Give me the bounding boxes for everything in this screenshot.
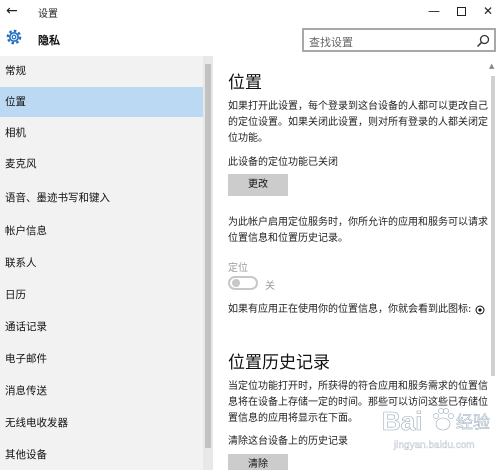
sidebar-item-speech-inking-typing[interactable]: 语音、墨迹书写和键入 bbox=[0, 183, 203, 213]
change-button[interactable]: 更改 bbox=[228, 174, 288, 196]
sidebar-item-call-history[interactable]: 通话记录 bbox=[0, 312, 203, 342]
location-history-title: 位置历史记录 bbox=[228, 353, 330, 373]
sidebar-scrollbar[interactable] bbox=[203, 56, 213, 470]
search-placeholder: 查找设置 bbox=[309, 36, 353, 49]
sidebar-item-general[interactable]: 常规 bbox=[0, 56, 203, 86]
gear-icon bbox=[6, 29, 22, 45]
clear-button[interactable]: 清除 bbox=[228, 454, 288, 470]
sidebar-item-contacts[interactable]: 联系人 bbox=[0, 248, 203, 278]
header: 隐私 查找设置 bbox=[0, 24, 500, 56]
content-scroll-thumb[interactable] bbox=[491, 76, 495, 376]
location-toggle-label: 定位 bbox=[228, 263, 248, 274]
search-input[interactable]: 查找设置 bbox=[302, 28, 496, 52]
sidebar-item-other-devices[interactable]: 其他设备 bbox=[0, 440, 203, 470]
location-title: 位置 bbox=[228, 73, 262, 93]
title-bar: ← 设置 — ✕ bbox=[0, 0, 500, 24]
watermark-url: jingyan.baidu.com bbox=[393, 440, 475, 451]
sidebar-item-location[interactable]: 位置 bbox=[0, 87, 203, 117]
sidebar-item-microphone[interactable]: 麦克风 bbox=[0, 149, 203, 179]
watermark-brand: Bai bbox=[382, 406, 422, 436]
maximize-button[interactable] bbox=[449, 3, 473, 19]
location-in-use-icon bbox=[475, 305, 485, 315]
baidu-watermark-logo: Bai 经验 jingyan.baidu.com bbox=[382, 406, 491, 451]
device-location-status: 此设备的定位功能已关闭 bbox=[228, 157, 338, 168]
back-arrow-icon[interactable]: ← bbox=[6, 3, 18, 19]
location-toggle[interactable] bbox=[228, 276, 258, 290]
watermark-brand-cn: 经验 bbox=[456, 413, 490, 433]
minimize-button[interactable]: — bbox=[422, 3, 446, 19]
sidebar-item-radios[interactable]: 无线电收发器 bbox=[0, 408, 203, 438]
sidebar-scroll-thumb[interactable] bbox=[205, 64, 211, 448]
sidebar: 常规 位置 相机 麦克风 语音、墨迹书写和键入 帐户信息 联系人 日历 通话记录… bbox=[0, 56, 203, 470]
page-title: 隐私 bbox=[38, 34, 60, 47]
location-toggle-state: 关 bbox=[265, 281, 275, 292]
location-description: 如果打开此设置，每个登录到这台设备的人都可以更改自己的定位设置。如果关闭此设置，… bbox=[228, 101, 488, 144]
window-title: 设置 bbox=[38, 9, 58, 20]
sidebar-item-calendar[interactable]: 日历 bbox=[0, 280, 203, 310]
search-icon[interactable] bbox=[476, 34, 490, 48]
paw-icon bbox=[433, 408, 454, 431]
account-location-description: 为此帐户启用定位服务时，你所允许的应用和服务可以请求位置信息和位置历史记录。 bbox=[228, 217, 488, 244]
maximize-icon bbox=[456, 7, 466, 16]
location-icon-note: 如果有应用正在使用你的位置信息，你就会看到此图标: bbox=[228, 304, 472, 315]
toggle-knob bbox=[232, 279, 240, 287]
sidebar-item-messaging[interactable]: 消息传送 bbox=[0, 376, 203, 406]
close-button[interactable]: ✕ bbox=[476, 3, 500, 19]
sidebar-item-camera[interactable]: 相机 bbox=[0, 118, 203, 148]
sidebar-item-account-info[interactable]: 帐户信息 bbox=[0, 216, 203, 246]
scroll-up-arrow-icon[interactable]: ▲ bbox=[489, 62, 494, 70]
sidebar-item-email[interactable]: 电子邮件 bbox=[0, 344, 203, 374]
